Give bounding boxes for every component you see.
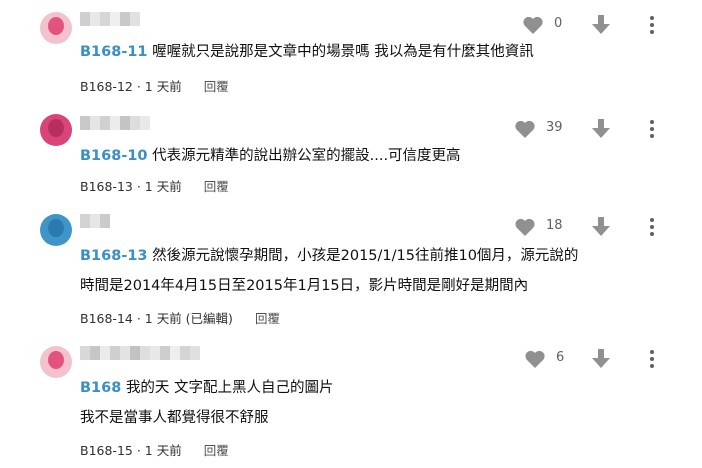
- like-button[interactable]: [520, 12, 546, 38]
- avatar[interactable]: [40, 346, 72, 378]
- more-options-button[interactable]: [642, 12, 662, 38]
- vertical-dots-icon: [650, 120, 654, 138]
- comment-text-line-2: 時間是2014年4月15日至2015年1月15日，影片時間是剛好是期間內: [80, 278, 529, 294]
- reply-tag-link[interactable]: B168: [80, 380, 121, 396]
- comment-actions: 39: [512, 116, 672, 142]
- dislike-button[interactable]: [588, 116, 614, 142]
- comment-text: B168-11 喔喔就只是說那是文章中的場景嗎 我以為是有什麼其他資訊: [80, 40, 534, 61]
- dislike-button[interactable]: [588, 12, 614, 38]
- down-arrow-icon: [592, 15, 610, 34]
- comment-line: 代表源元精準的說出辦公室的擺設....可信度更高: [152, 148, 461, 164]
- avatar[interactable]: [40, 12, 72, 44]
- meta-text: B168-14 · 1 天前 (已編輯): [80, 311, 233, 326]
- down-arrow-icon: [592, 119, 610, 138]
- like-button[interactable]: [522, 346, 548, 372]
- blurred-username[interactable]: [80, 214, 110, 228]
- more-options-button[interactable]: [642, 214, 662, 240]
- comment-actions: 18: [512, 214, 672, 240]
- more-options-button[interactable]: [642, 346, 662, 372]
- comment-text: B168-13 然後源元說懷孕期間，小孩是2015/1/15往前推10個月，源元…: [80, 244, 578, 265]
- blurred-username[interactable]: [80, 346, 200, 360]
- comment-actions: 0: [520, 12, 680, 38]
- like-count: 39: [546, 120, 563, 135]
- avatar[interactable]: [40, 114, 72, 146]
- down-arrow-icon: [592, 349, 610, 368]
- comment-meta: B168-12 · 1 天前 回覆: [80, 76, 229, 95]
- like-button[interactable]: [512, 116, 538, 142]
- reply-button[interactable]: 回覆: [204, 179, 229, 194]
- avatar[interactable]: [40, 214, 72, 246]
- comment-line: 喔喔就只是說那是文章中的場景嗎 我以為是有什麼其他資訊: [152, 44, 534, 60]
- vertical-dots-icon: [650, 218, 654, 236]
- reply-button[interactable]: 回覆: [255, 311, 280, 326]
- comment-meta: B168-13 · 1 天前 回覆: [80, 176, 229, 195]
- reply-tag-link[interactable]: B168-11: [80, 44, 148, 60]
- meta-text: B168-12 · 1 天前: [80, 79, 182, 94]
- heart-icon: [515, 120, 535, 138]
- reply-button[interactable]: 回覆: [204, 443, 229, 458]
- vertical-dots-icon: [650, 350, 654, 368]
- heart-icon: [525, 350, 545, 368]
- reply-button[interactable]: 回覆: [204, 79, 229, 94]
- like-button[interactable]: [512, 214, 538, 240]
- like-count: 6: [556, 350, 565, 365]
- like-count: 18: [546, 218, 563, 233]
- vertical-dots-icon: [650, 16, 654, 34]
- dislike-button[interactable]: [588, 346, 614, 372]
- comment-text-line-2: 我不是當事人都覺得很不舒服: [80, 410, 269, 426]
- blurred-username[interactable]: [80, 12, 140, 26]
- heart-icon: [515, 218, 535, 236]
- blurred-username[interactable]: [80, 116, 150, 130]
- like-count: 0: [554, 16, 563, 31]
- heart-icon: [523, 16, 543, 34]
- comment-meta: B168-14 · 1 天前 (已編輯) 回覆: [80, 308, 280, 327]
- comment-actions: 6: [522, 346, 682, 372]
- more-options-button[interactable]: [642, 116, 662, 142]
- meta-text: B168-13 · 1 天前: [80, 179, 182, 194]
- comment-line: 我的天 文字配上黑人自己的圖片: [125, 380, 334, 396]
- comment-line: 然後源元說懷孕期間，小孩是2015/1/15往前推10個月，源元說的: [152, 248, 579, 264]
- comment-text: B168 我的天 文字配上黑人自己的圖片: [80, 376, 334, 397]
- meta-text: B168-15 · 1 天前: [80, 443, 182, 458]
- reply-tag-link[interactable]: B168-13: [80, 248, 148, 264]
- comment-text: B168-10 代表源元精準的說出辦公室的擺設....可信度更高: [80, 144, 461, 165]
- dislike-button[interactable]: [588, 214, 614, 240]
- comment-meta: B168-15 · 1 天前 回覆: [80, 440, 229, 459]
- reply-tag-link[interactable]: B168-10: [80, 148, 148, 164]
- down-arrow-icon: [592, 217, 610, 236]
